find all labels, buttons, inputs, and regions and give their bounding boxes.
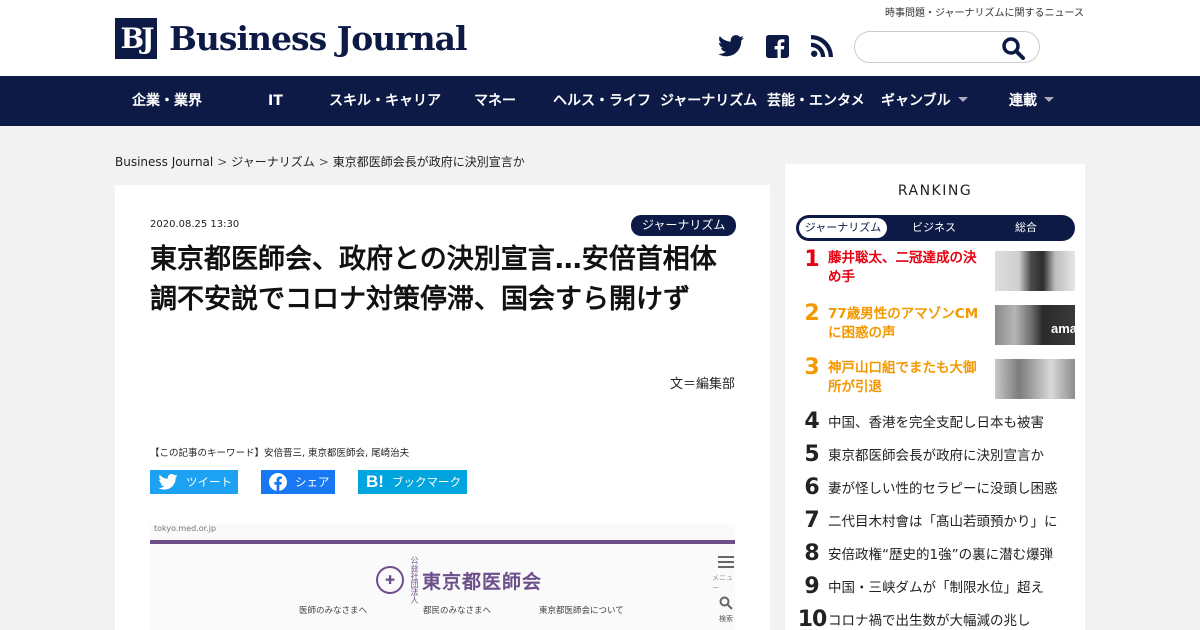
hero-image: tokyo.med.or.jp ✚ 公益社団法人 東京都医師会 医師のみなさまへ… — [150, 524, 735, 630]
rank-number: 9 — [804, 574, 820, 599]
rank-thumbnail — [995, 359, 1075, 399]
nav-item-series[interactable]: 連載 — [1009, 76, 1054, 126]
rank-number: 1 — [804, 247, 820, 272]
hamburger-icon — [718, 556, 734, 568]
tweet-button[interactable]: ツイート — [150, 470, 238, 494]
hero-header-bar — [150, 540, 735, 544]
nav-item-business[interactable]: 企業・業界 — [132, 76, 202, 126]
breadcrumb-current: 東京都医師会長が政府に決別宣言か — [332, 155, 525, 169]
hero-search-label: 検索 — [719, 615, 733, 623]
rank-number: 5 — [804, 442, 820, 467]
search-box — [854, 31, 1040, 63]
breadcrumb-category[interactable]: ジャーナリズム — [231, 155, 314, 169]
hero-menu-label: メニュー — [712, 574, 733, 592]
breadcrumb-separator: > — [318, 155, 329, 169]
breadcrumb-separator: > — [217, 155, 228, 169]
rank-title: 東京都医師会長が政府に決別宣言か — [828, 448, 1044, 464]
hero-url: tokyo.med.or.jp — [154, 524, 217, 533]
article-keywords: 【この記事のキーワード】安倍晋三, 東京都医師会, 尾崎治夫 — [150, 448, 410, 459]
facebook-icon — [269, 473, 287, 491]
rank-title: 妻が怪しい性的セラピーに没頭し困惑 — [828, 481, 1058, 497]
twitter-icon[interactable] — [718, 33, 744, 59]
hero-link-doctors: 医師のみなさまへ — [299, 606, 368, 616]
rank-title: 中国・三峡ダムが「制限水位」超え — [828, 580, 1044, 596]
rank-number: 8 — [804, 541, 820, 566]
hatena-icon: B! — [366, 472, 384, 491]
site-header: BJ Business Journal 時事問題・ジャーナリズムに関するニュース — [0, 0, 1200, 76]
search-icon[interactable] — [1001, 36, 1027, 60]
hero-link-about: 東京都医師会について — [539, 606, 624, 616]
category-badge[interactable]: ジャーナリズム — [631, 215, 737, 236]
facebook-share-button[interactable]: シェア — [261, 470, 335, 494]
article-title: 東京都医師会、政府との決別宣言…安倍首相体調不安説でコロナ対策停滞、国会すら開け… — [150, 244, 717, 315]
rank-number: 4 — [804, 409, 820, 434]
ranking-tab-journalism[interactable]: ジャーナリズム — [799, 218, 887, 238]
nav-item-entertainment[interactable]: 芸能・エンタメ — [767, 76, 865, 126]
chevron-down-icon — [957, 96, 968, 102]
article-byline: 文＝編集部 — [669, 377, 735, 392]
hero-org-name: 東京都医師会 — [422, 570, 543, 593]
breadcrumb-home[interactable]: Business Journal — [115, 155, 213, 169]
chevron-down-icon — [1044, 96, 1054, 102]
facebook-share-label: シェア — [295, 475, 330, 489]
facebook-icon[interactable] — [764, 33, 790, 59]
rank-number: 2 — [804, 301, 820, 326]
rank-number: 3 — [804, 355, 820, 380]
nav-item-journalism[interactable]: ジャーナリズム — [660, 76, 757, 126]
hero-org-logo: ✚ 公益社団法人 東京都医師会 — [376, 556, 542, 604]
hero-org-small: 公益社団法人 — [410, 556, 419, 604]
rank-number: 10 — [797, 607, 828, 630]
nav-item-health-life[interactable]: ヘルス・ライフ — [553, 76, 651, 126]
rank-title: コロナ禍で出生数が大幅減の兆し — [828, 613, 1031, 629]
site-logo[interactable]: BJ Business Journal — [115, 18, 468, 59]
ranking-tab-business[interactable]: ビジネス — [899, 218, 969, 238]
hatena-bookmark-label: ブックマーク — [391, 475, 461, 489]
rank-title: 77歳男性のアマゾンCMに困惑の声 — [828, 306, 979, 341]
rank-title: 中国、香港を完全支配し日本も被害 — [828, 415, 1044, 431]
nav-item-skill-career[interactable]: スキル・キャリア — [329, 76, 441, 126]
hatena-bookmark-button[interactable]: B! ブックマーク — [358, 470, 467, 494]
rank-title: 神戸山口組でまたも大御所が引退 — [828, 360, 977, 395]
main-nav: 企業・業界 IT スキル・キャリア マネー ヘルス・ライフ ジャーナリズム 芸能… — [0, 76, 1200, 126]
twitter-icon — [158, 474, 178, 490]
rank-thumbnail: ama — [995, 305, 1075, 345]
logo-mark: BJ — [115, 18, 157, 59]
nav-item-gamble[interactable]: ギャンブル — [881, 76, 968, 126]
site-tagline: 時事問題・ジャーナリズムに関するニュース — [885, 8, 1084, 19]
rank-title: 二代目木村會は「髙山若頭預かり」に — [828, 514, 1058, 530]
search-input[interactable] — [869, 38, 999, 56]
rank-title: 安倍政権“歴史的1強”の裏に潜む爆弾 — [828, 547, 1054, 563]
ranking-tab-overall[interactable]: 総合 — [1001, 218, 1051, 238]
article-date: 2020.08.25 13:30 — [150, 219, 240, 230]
tweet-label: ツイート — [186, 475, 232, 489]
nav-item-money[interactable]: マネー — [474, 76, 516, 126]
emblem-icon: ✚ — [376, 566, 404, 594]
article: 2020.08.25 13:30 ジャーナリズム 東京都医師会、政府との決別宣言… — [115, 185, 770, 630]
ranking-panel: RANKING ジャーナリズム ビジネス 総合 1 藤井聡太、二冠達成の決め手 … — [785, 164, 1085, 630]
rank-thumbnail — [995, 251, 1075, 291]
rank-number: 6 — [804, 475, 820, 500]
rank-number: 7 — [804, 508, 820, 533]
ranking-title: RANKING — [897, 183, 973, 199]
search-icon — [719, 596, 733, 610]
ranking-tabs: ジャーナリズム ビジネス 総合 — [796, 215, 1075, 241]
hero-link-citizens: 都民のみなさまへ — [423, 606, 492, 616]
nav-item-it[interactable]: IT — [268, 76, 283, 126]
rank-title: 藤井聡太、二冠達成の決め手 — [828, 250, 977, 285]
logo-text: Business Journal — [169, 19, 468, 58]
breadcrumb: Business Journal > ジャーナリズム > 東京都医師会長が政府に決別宣言… — [115, 153, 525, 170]
rss-icon[interactable] — [809, 33, 835, 59]
